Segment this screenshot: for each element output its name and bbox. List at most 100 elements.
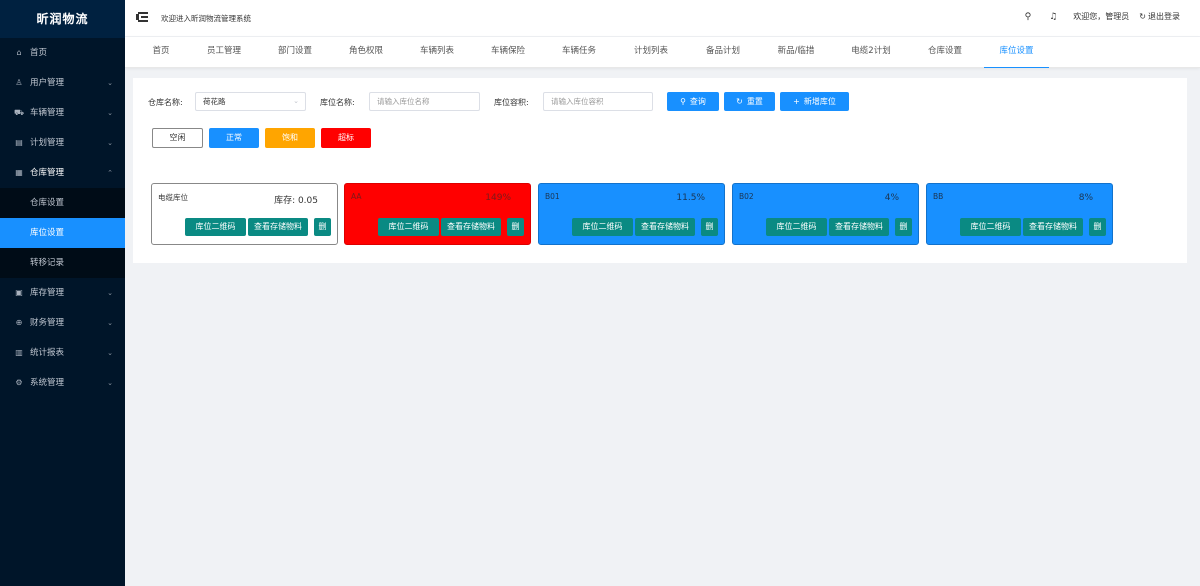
chevron-down-icon: ⌄ [107, 319, 113, 327]
location-label: 库位名称: [320, 98, 355, 107]
chevron-down-icon: ⌄ [107, 349, 113, 357]
tab-vehicle-insurance[interactable]: 车辆保险 [479, 37, 537, 68]
add-location-button[interactable]: + 新增库位 [780, 92, 849, 111]
tab-plan-list[interactable]: 计划列表 [622, 37, 680, 68]
document-icon: ▤ [15, 138, 23, 147]
settings-icon: ⚙ [15, 378, 23, 387]
view-materials-button[interactable]: 查看存储物料 [1023, 218, 1083, 236]
tab-staff[interactable]: 员工管理 [195, 37, 253, 68]
tab-new-temp[interactable]: 新品/临措 [765, 37, 827, 68]
warehouse-icon: ▦ [15, 168, 23, 177]
location-qr-button[interactable]: 库位二维码 [766, 218, 827, 236]
location-qr-button[interactable]: 库位二维码 [378, 218, 439, 236]
sidebar-item-reports[interactable]: ▥ 统计报表 ⌄ [0, 338, 125, 368]
status-normal-button[interactable]: 正常 [209, 128, 259, 148]
delete-button[interactable]: 删 [895, 218, 912, 236]
warehouse-select-value: 荷花路 [203, 97, 226, 106]
view-materials-button[interactable]: 查看存储物料 [829, 218, 889, 236]
delete-button[interactable]: 删 [701, 218, 718, 236]
tab-bar: 首页 员工管理 部门设置 角色权限 车辆列表 车辆保险 车辆任务 计划列表 备品… [125, 37, 1200, 68]
logout-icon: ↻ [1139, 12, 1146, 21]
finance-icon: ⊕ [15, 318, 23, 327]
location-card: B01 11.5% 库位二维码 查看存储物料 删 [538, 183, 725, 245]
add-button-label: 新增库位 [803, 97, 836, 106]
view-materials-button[interactable]: 查看存储物料 [441, 218, 501, 236]
tab-departments[interactable]: 部门设置 [266, 37, 324, 68]
home-icon: ⌂ [16, 48, 22, 57]
location-name: AA [351, 192, 362, 201]
tab-roles[interactable]: 角色权限 [337, 37, 395, 68]
tab-vehicle-list[interactable]: 车辆列表 [408, 37, 466, 68]
sidebar-item-label: 统计报表 [30, 348, 65, 358]
delete-button[interactable]: 删 [507, 218, 524, 236]
location-usage: 4% [884, 193, 899, 203]
warehouse-select[interactable]: 荷花路 ⌄ [195, 92, 306, 111]
location-usage: 8% [1078, 193, 1093, 203]
location-card: B02 4% 库位二维码 查看存储物料 删 [732, 183, 919, 245]
sidebar-item-warehouse[interactable]: ▦ 仓库管理 ⌃ [0, 158, 125, 188]
sidebar-item-label: 系统管理 [30, 378, 65, 388]
reset-button-label: 重置 [746, 97, 763, 106]
user-icon: ♙ [15, 78, 23, 87]
plus-icon: + [793, 97, 800, 106]
delete-button[interactable]: 删 [314, 218, 331, 236]
chevron-down-icon: ⌄ [107, 139, 113, 147]
warehouse-submenu: 仓库设置 库位设置 转移记录 [0, 188, 125, 278]
location-name-input[interactable]: 请输入库位名称 [369, 92, 480, 111]
location-card: AA 149% 库位二维码 查看存储物料 删 [344, 183, 531, 245]
reset-button[interactable]: ↻ 重置 [724, 92, 775, 111]
chart-icon: ▥ [15, 348, 23, 357]
status-saturated-button[interactable]: 饱和 [265, 128, 315, 148]
sidebar-item-vehicles[interactable]: ⛟ 车辆管理 ⌄ [0, 98, 125, 128]
sidebar-item-users[interactable]: ♙ 用户管理 ⌄ [0, 68, 125, 98]
chevron-down-icon: ⌄ [107, 379, 113, 387]
chevron-down-icon: ⌄ [107, 109, 113, 117]
capacity-input[interactable]: 请输入库位容积 [543, 92, 653, 111]
user-greeting[interactable]: 欢迎您，管理员 [1073, 11, 1129, 22]
location-qr-button[interactable]: 库位二维码 [185, 218, 246, 236]
chevron-down-icon: ⌄ [107, 79, 113, 87]
status-idle-button[interactable]: 空闲 [152, 128, 203, 148]
delete-button[interactable]: 删 [1089, 218, 1106, 236]
location-name: B01 [545, 192, 560, 201]
sidebar-item-label: 首页 [30, 48, 48, 58]
tab-warehouse-settings[interactable]: 仓库设置 [916, 37, 974, 68]
sidebar-item-system[interactable]: ⚙ 系统管理 ⌄ [0, 368, 125, 398]
sidebar-item-inventory[interactable]: ▣ 库存管理 ⌄ [0, 278, 125, 308]
location-usage: 149% [485, 193, 511, 203]
sidebar-item-finance[interactable]: ⊕ 财务管理 ⌄ [0, 308, 125, 338]
location-usage: 11.5% [676, 193, 705, 203]
sidebar-item-plans[interactable]: ▤ 计划管理 ⌄ [0, 128, 125, 158]
sidebar-subitem-transfer-records[interactable]: 转移记录 [0, 248, 125, 278]
location-card: 电缆库位 库存: 0.05 库位二维码 查看存储物料 删 [151, 183, 338, 245]
location-stock: 库存: 0.05 [274, 196, 318, 206]
menu-toggle-icon[interactable] [136, 11, 148, 23]
logout-link[interactable]: 退出登录 [1148, 11, 1180, 22]
sidebar-item-label: 用户管理 [30, 78, 65, 88]
sidebar-item-label: 计划管理 [30, 138, 65, 148]
chevron-down-icon: ⌄ [107, 289, 113, 297]
view-materials-button[interactable]: 查看存储物料 [248, 218, 308, 236]
status-exceeded-button[interactable]: 超标 [321, 128, 371, 148]
tab-spare-plan[interactable]: 备品计划 [694, 37, 752, 68]
car-icon: ⛟ [14, 108, 25, 117]
calendar-icon: ▣ [15, 288, 23, 297]
tab-vehicle-tasks[interactable]: 车辆任务 [550, 37, 608, 68]
sidebar-subitem-warehouse-settings[interactable]: 仓库设置 [0, 188, 125, 218]
app-logo: 昕润物流 [0, 0, 125, 38]
search-icon[interactable]: ⚲ [1025, 12, 1032, 22]
tab-home[interactable]: 首页 [143, 37, 179, 68]
search-button[interactable]: ⚲ 查询 [667, 92, 719, 111]
tab-location-settings[interactable]: 库位设置 [984, 37, 1049, 68]
capacity-label: 库位容积: [494, 98, 529, 107]
sidebar-item-label: 财务管理 [30, 318, 65, 328]
sidebar-subitem-location-settings[interactable]: 库位设置 [0, 218, 125, 248]
location-qr-button[interactable]: 库位二维码 [960, 218, 1021, 236]
sidebar-item-home[interactable]: ⌂ 首页 [0, 38, 125, 68]
tab-cable2-plan[interactable]: 电缆2计划 [840, 37, 902, 68]
location-qr-button[interactable]: 库位二维码 [572, 218, 633, 236]
search-icon: ⚲ [680, 97, 686, 106]
view-materials-button[interactable]: 查看存储物料 [635, 218, 695, 236]
welcome-text: 欢迎进入昕润物流管理系统 [161, 14, 251, 23]
bell-icon[interactable]: ♫ [1049, 12, 1057, 22]
